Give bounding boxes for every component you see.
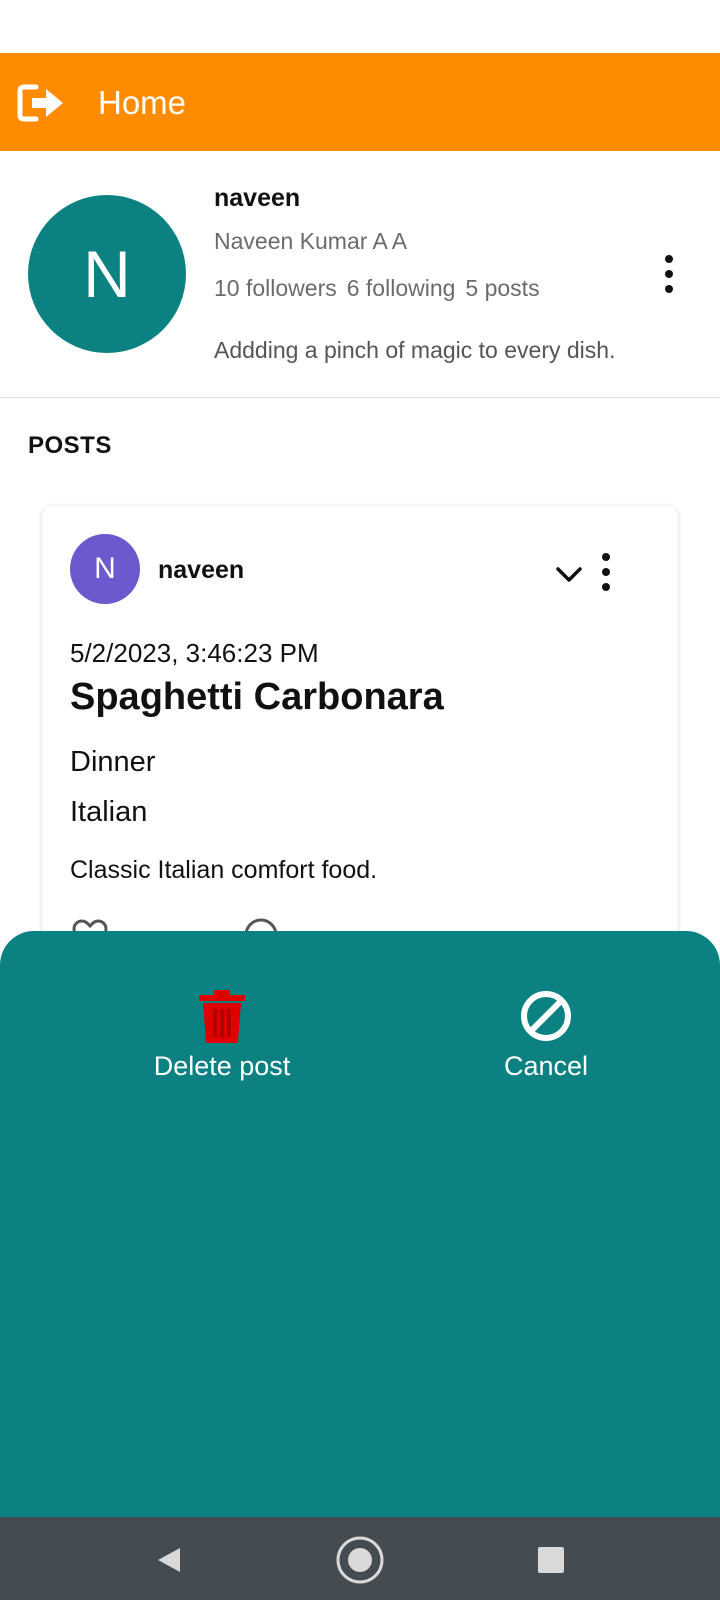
post-cuisine: Italian	[70, 796, 148, 828]
system-nav-bar	[0, 1517, 720, 1600]
cancel-label: Cancel	[503, 1051, 589, 1081]
post-date: 5/2/2023, 3:46:23 PM	[70, 638, 319, 668]
profile-bio: Addding a pinch of magic to every dish.	[214, 337, 616, 363]
post-author-name[interactable]: naveen	[158, 556, 244, 585]
profile-avatar[interactable]: N	[28, 195, 186, 353]
page-title: Home	[98, 84, 187, 121]
status-bar	[0, 0, 720, 53]
trash-icon	[199, 990, 245, 1043]
post-title: Spaghetti Carbonara	[70, 676, 444, 718]
recents-icon[interactable]	[526, 1535, 576, 1585]
cancel-icon	[521, 991, 571, 1041]
profile-stats: 10 followers 6 following 5 posts	[214, 275, 550, 302]
profile-header: N naveen Naveen Kumar A A 10 followers 6 …	[0, 151, 720, 398]
back-icon[interactable]	[146, 1535, 196, 1585]
profile-username: naveen	[214, 184, 301, 212]
chevron-down-icon[interactable]	[552, 560, 586, 590]
delete-post-label: Delete post	[153, 1051, 291, 1081]
posts-count: 5 posts	[465, 275, 540, 301]
post-description: Classic Italian comfort food.	[70, 856, 378, 884]
post-author-avatar[interactable]: N	[70, 534, 140, 604]
followers-count[interactable]: 10 followers	[214, 275, 337, 301]
profile-more-options-icon[interactable]	[654, 252, 684, 296]
cancel-button[interactable]: Cancel	[436, 989, 656, 1082]
posts-heading: POSTS	[28, 432, 112, 459]
post-card: N naveen 5/2/2023, 3:46:23 PM Spaghetti …	[42, 506, 678, 966]
post-actions-sheet: Delete post Cancel	[0, 931, 720, 1517]
home-icon[interactable]	[335, 1535, 385, 1585]
logout-icon[interactable]	[16, 81, 68, 125]
following-count[interactable]: 6 following	[347, 275, 456, 301]
post-more-options-icon[interactable]	[594, 550, 618, 594]
app-bar: Home	[0, 53, 720, 151]
post-meal-type: Dinner	[70, 746, 156, 778]
profile-full-name: Naveen Kumar A A	[214, 228, 408, 254]
screen: Home N naveen Naveen Kumar A A 10 follow…	[0, 0, 720, 1600]
delete-post-button[interactable]: Delete post	[112, 989, 332, 1082]
